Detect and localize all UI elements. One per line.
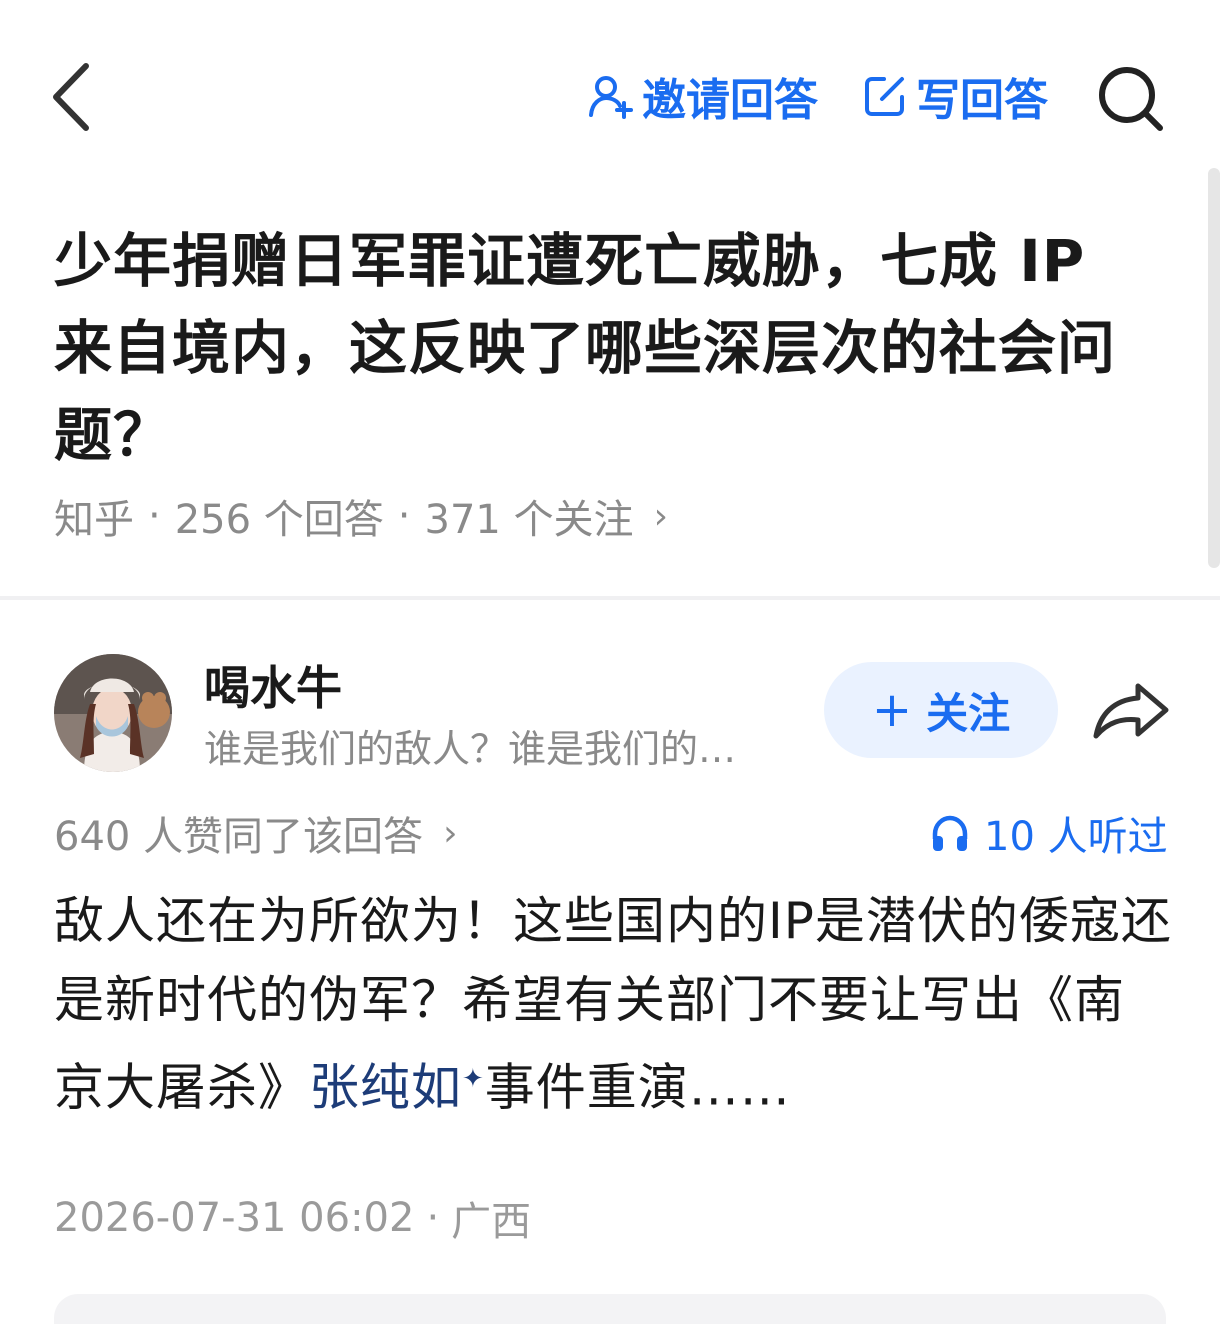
search-button[interactable] bbox=[1094, 62, 1166, 134]
back-button[interactable] bbox=[48, 60, 98, 134]
follow-label: 关注 bbox=[926, 688, 1011, 738]
scrollbar[interactable] bbox=[1208, 168, 1220, 568]
follow-count: 371 个关注 bbox=[424, 497, 634, 543]
author-bio: 谁是我们的敌人？谁是我们的… bbox=[204, 727, 737, 771]
listen-count[interactable]: 10 人听过 bbox=[930, 806, 1168, 860]
back-arrow-icon bbox=[53, 63, 89, 131]
follow-button[interactable]: + 关注 bbox=[824, 662, 1058, 758]
vote-count[interactable]: 640 人赞同了该回答 › bbox=[54, 806, 458, 861]
avatar[interactable] bbox=[54, 654, 172, 772]
section-divider bbox=[0, 596, 1220, 600]
question-title[interactable]: 少年捐赠日军罪证遭死亡威胁，七成 IP 来自境内，这反映了哪些深层次的社会问题？ bbox=[54, 218, 1164, 479]
invite-answer-button[interactable]: 邀请回答 bbox=[588, 64, 818, 128]
share-icon bbox=[1093, 683, 1169, 739]
invite-answer-label: 邀请回答 bbox=[642, 75, 818, 126]
listen-count-label: 10 人听过 bbox=[984, 814, 1168, 860]
next-card bbox=[54, 1294, 1166, 1324]
answer-text-part: 事件重演…… bbox=[484, 1058, 791, 1117]
invite-user-icon bbox=[588, 73, 634, 119]
share-button[interactable] bbox=[1092, 680, 1170, 742]
search-icon bbox=[1099, 67, 1163, 131]
answer-count: 256 个回答 bbox=[174, 497, 384, 543]
answer-location: 广西 bbox=[451, 1199, 532, 1245]
answer-text[interactable]: 敌人还在为所欲为！这些国内的IP是潜伏的倭寇还是新时代的伪军？希望有关部门不要让… bbox=[54, 882, 1172, 1128]
write-answer-button[interactable]: 写回答 bbox=[862, 64, 1048, 128]
answer-datetime: 2026-07-31 06:02 bbox=[54, 1195, 415, 1241]
question-meta[interactable]: 知乎 · 256 个回答 · 371 个关注 › bbox=[54, 488, 668, 544]
chevron-right-icon: › bbox=[443, 812, 458, 854]
write-answer-label: 写回答 bbox=[916, 75, 1048, 126]
headphones-icon bbox=[930, 813, 970, 853]
source-label: 知乎 bbox=[54, 497, 134, 543]
answer-meta: 2026-07-31 06:02 · 广西 bbox=[54, 1192, 532, 1245]
plus-icon: + bbox=[871, 682, 913, 738]
chevron-right-icon: › bbox=[653, 495, 668, 537]
link-star-icon: ✦ bbox=[462, 1064, 485, 1094]
vote-count-label: 640 人赞同了该回答 bbox=[54, 814, 424, 860]
author-name[interactable]: 喝水牛 bbox=[204, 652, 342, 718]
entity-link[interactable]: 张纯如 bbox=[309, 1059, 462, 1117]
write-icon bbox=[862, 73, 908, 119]
